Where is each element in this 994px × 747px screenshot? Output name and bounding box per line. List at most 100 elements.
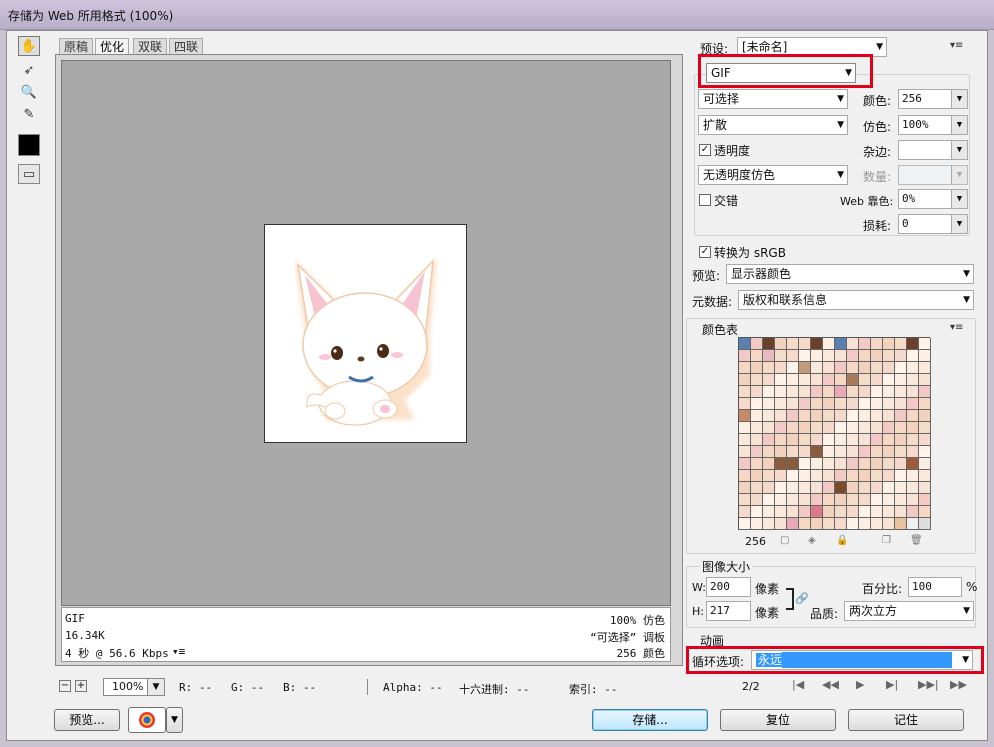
color-swatch[interactable]	[787, 338, 799, 350]
color-swatch[interactable]	[775, 398, 787, 410]
web-shift-icon[interactable]: ◈	[808, 535, 816, 546]
color-swatch[interactable]	[895, 374, 907, 386]
color-swatch[interactable]	[847, 458, 859, 470]
color-swatch[interactable]	[919, 374, 931, 386]
color-swatch[interactable]	[871, 470, 883, 482]
lossy-input[interactable]: 0 ▼	[898, 214, 968, 234]
color-swatch[interactable]	[847, 386, 859, 398]
color-swatch[interactable]	[739, 434, 751, 446]
color-swatch[interactable]	[895, 398, 907, 410]
color-swatch[interactable]	[751, 482, 763, 494]
matte-dropdown-arrow[interactable]: ▼	[951, 141, 967, 159]
color-swatch[interactable]	[895, 434, 907, 446]
color-swatch[interactable]	[847, 410, 859, 422]
color-swatch[interactable]	[847, 494, 859, 506]
color-swatch[interactable]	[907, 338, 919, 350]
color-swatch[interactable]	[739, 374, 751, 386]
color-swatch[interactable]	[751, 422, 763, 434]
color-swatch[interactable]	[871, 350, 883, 362]
color-swatch[interactable]	[763, 338, 775, 350]
color-swatch[interactable]	[895, 362, 907, 374]
color-swatch[interactable]	[883, 506, 895, 518]
color-swatch[interactable]	[763, 470, 775, 482]
color-swatch[interactable]	[799, 458, 811, 470]
color-swatch[interactable]	[739, 482, 751, 494]
color-swatch[interactable]	[871, 374, 883, 386]
width-input[interactable]: 200	[706, 577, 751, 597]
color-swatch[interactable]	[871, 434, 883, 446]
convert-srgb-checkbox[interactable]: ✓	[699, 246, 711, 258]
color-swatch[interactable]	[751, 410, 763, 422]
color-swatch[interactable]	[739, 362, 751, 374]
color-swatch[interactable]	[763, 458, 775, 470]
color-swatch[interactable]	[895, 458, 907, 470]
color-swatch[interactable]	[835, 470, 847, 482]
color-swatch[interactable]	[835, 518, 847, 530]
color-swatch[interactable]	[739, 518, 751, 530]
color-swatch[interactable]	[895, 494, 907, 506]
color-swatch[interactable]	[751, 518, 763, 530]
matte-dropdown[interactable]: ▼	[898, 140, 968, 160]
color-swatch[interactable]	[775, 338, 787, 350]
color-swatch[interactable]	[919, 482, 931, 494]
color-swatch[interactable]	[859, 506, 871, 518]
color-swatch[interactable]	[787, 410, 799, 422]
color-swatch[interactable]	[919, 458, 931, 470]
color-swatch[interactable]	[859, 458, 871, 470]
color-swatch[interactable]	[739, 386, 751, 398]
color-swatch[interactable]	[883, 458, 895, 470]
color-swatch[interactable]	[883, 410, 895, 422]
map-transparency-icon[interactable]: ▢	[780, 535, 789, 546]
color-swatch[interactable]	[907, 374, 919, 386]
color-swatch[interactable]	[775, 482, 787, 494]
color-swatch[interactable]	[835, 422, 847, 434]
color-swatch[interactable]	[883, 422, 895, 434]
color-swatch[interactable]	[811, 374, 823, 386]
toggle-slices-icon[interactable]: ▭	[18, 164, 40, 184]
color-swatch[interactable]	[859, 362, 871, 374]
color-swatch[interactable]	[763, 350, 775, 362]
color-swatch[interactable]	[799, 482, 811, 494]
color-swatch[interactable]	[895, 410, 907, 422]
settings-menu-icon[interactable]: ▾≡	[950, 40, 963, 51]
color-swatch[interactable]	[775, 518, 787, 530]
download-rate-menu-icon[interactable]: ▾≡	[172, 645, 185, 658]
color-swatch[interactable]	[823, 350, 835, 362]
color-swatch[interactable]	[895, 386, 907, 398]
color-swatch[interactable]	[811, 386, 823, 398]
color-swatch[interactable]	[799, 410, 811, 422]
color-swatch[interactable]	[883, 386, 895, 398]
color-swatch[interactable]	[763, 494, 775, 506]
first-frame-icon[interactable]: |◀	[792, 678, 804, 691]
color-swatch[interactable]	[739, 470, 751, 482]
color-swatch[interactable]	[919, 350, 931, 362]
color-swatch[interactable]	[823, 422, 835, 434]
color-swatch[interactable]	[859, 350, 871, 362]
color-swatch[interactable]	[739, 494, 751, 506]
new-color-icon[interactable]: ❐	[882, 535, 891, 546]
color-swatch[interactable]	[739, 422, 751, 434]
color-swatch[interactable]	[799, 386, 811, 398]
color-swatch[interactable]	[787, 434, 799, 446]
color-swatch[interactable]	[871, 362, 883, 374]
dither-input[interactable]: 100% ▼	[898, 115, 968, 135]
color-swatch[interactable]	[823, 338, 835, 350]
color-swatch[interactable]	[919, 494, 931, 506]
websnap-dropdown-arrow[interactable]: ▼	[951, 190, 967, 208]
color-swatch[interactable]	[907, 422, 919, 434]
color-swatch[interactable]	[763, 386, 775, 398]
loop-forward-icon[interactable]: ▶▶	[950, 678, 967, 691]
color-swatch[interactable]	[799, 374, 811, 386]
color-swatch[interactable]	[787, 518, 799, 530]
save-button[interactable]: 存储...	[592, 709, 708, 731]
color-swatch[interactable]	[775, 374, 787, 386]
color-swatch[interactable]	[871, 482, 883, 494]
color-swatch[interactable]	[823, 434, 835, 446]
browser-dropdown-arrow[interactable]: ▼	[166, 707, 183, 733]
color-swatch[interactable]	[847, 350, 859, 362]
color-swatch[interactable]	[799, 506, 811, 518]
zoom-dropdown-arrow[interactable]: ▼	[147, 678, 165, 696]
color-swatch[interactable]	[799, 338, 811, 350]
tab-original[interactable]: 原稿	[59, 38, 94, 55]
color-swatch[interactable]	[787, 482, 799, 494]
